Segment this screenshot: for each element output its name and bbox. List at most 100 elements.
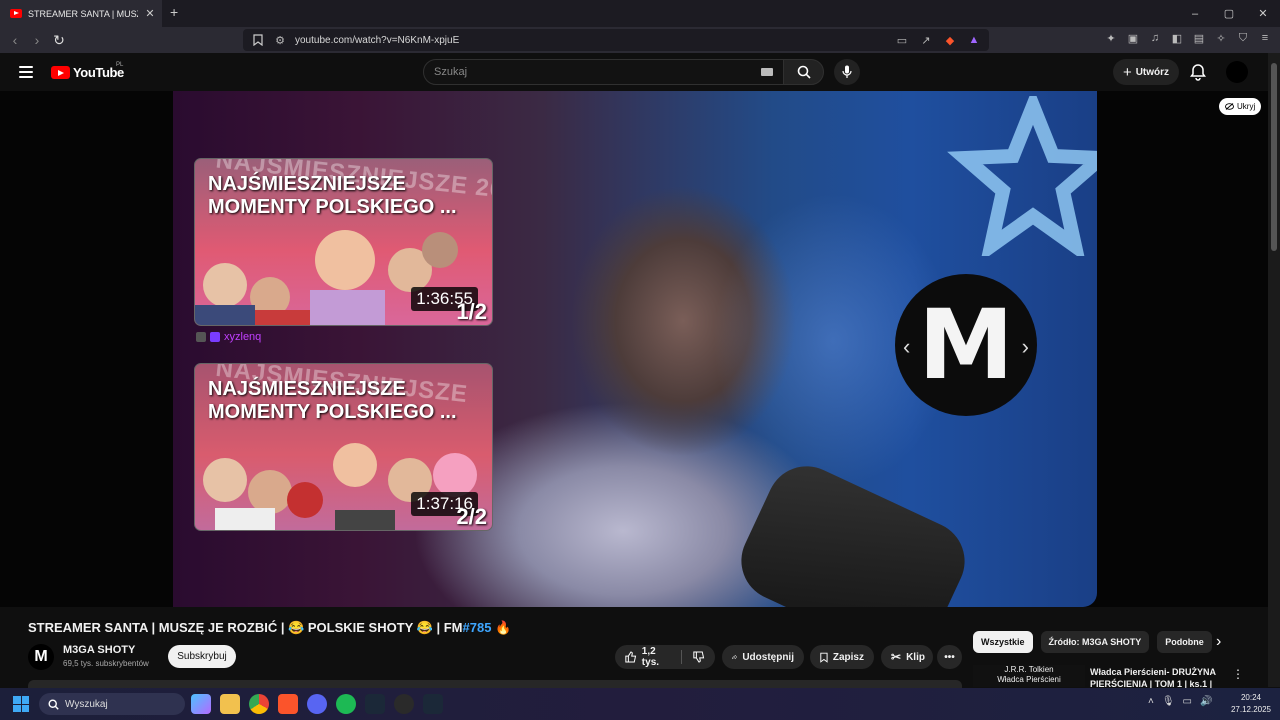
screenshot-icon[interactable]: ▣ bbox=[1126, 31, 1140, 45]
voice-search-button[interactable] bbox=[834, 59, 860, 85]
recommendation-thumbnail[interactable]: J.R.R. Tolkien Władca Pierścieni bbox=[973, 665, 1085, 687]
hide-end-cards-button[interactable]: Ukryj bbox=[1219, 98, 1262, 115]
scrollbar-thumb[interactable] bbox=[1271, 63, 1277, 251]
search-icon bbox=[797, 65, 811, 79]
subscribe-button[interactable]: Subskrybuj bbox=[168, 645, 236, 668]
forward-icon[interactable]: › bbox=[26, 29, 48, 51]
spotify-icon[interactable] bbox=[336, 694, 356, 714]
hamburger-menu-icon[interactable] bbox=[19, 66, 33, 78]
extensions-icon[interactable]: ✦ bbox=[1104, 31, 1118, 45]
music-icon[interactable]: ♫ bbox=[1148, 31, 1162, 45]
thumbs-up-icon[interactable] bbox=[625, 650, 637, 664]
kebab-menu-icon[interactable]: ⋮ bbox=[1232, 667, 1244, 681]
windows-start-icon[interactable] bbox=[13, 696, 29, 712]
discord-icon[interactable] bbox=[307, 694, 327, 714]
chip-all[interactable]: Wszystkie bbox=[973, 631, 1033, 653]
chevron-left-icon: ‹ bbox=[903, 334, 911, 359]
search-button[interactable] bbox=[783, 59, 824, 85]
chip-source[interactable]: Źródło: M3GA SHOTY bbox=[1040, 631, 1150, 653]
window-controls: – ▢ ✕ bbox=[1178, 0, 1280, 27]
file-explorer-icon[interactable] bbox=[220, 694, 240, 714]
minimize-button[interactable]: – bbox=[1178, 0, 1212, 27]
chrome-icon[interactable] bbox=[249, 694, 269, 714]
more-actions-button[interactable]: ••• bbox=[937, 645, 962, 669]
strip-badge-icon bbox=[210, 332, 220, 342]
sidebar-icon[interactable]: ◧ bbox=[1170, 31, 1184, 45]
recommendation-chips: Wszystkie Źródło: M3GA SHOTY Podobne bbox=[973, 631, 1212, 653]
save-button[interactable]: Zapisz bbox=[810, 645, 874, 669]
account-avatar[interactable] bbox=[1226, 61, 1248, 83]
brave-icon[interactable] bbox=[278, 694, 298, 714]
page-scrollbar[interactable] bbox=[1268, 53, 1280, 687]
thumbs-down-icon[interactable] bbox=[693, 650, 705, 664]
create-button[interactable]: + Utwórz bbox=[1113, 59, 1179, 85]
youtube-logo[interactable]: YouTube bbox=[51, 65, 124, 80]
search-input[interactable]: Szukaj bbox=[423, 59, 784, 85]
channel-subscribers: 69,5 tys. subskrybentów bbox=[63, 659, 149, 668]
leo-ai-icon[interactable]: ✧ bbox=[1214, 31, 1228, 45]
chevron-up-icon[interactable]: ˄ bbox=[1148, 696, 1154, 707]
extension-icons: ✦ ▣ ♫ ◧ ▤ ✧ ⛉ ≡ bbox=[1104, 31, 1272, 45]
address-bar[interactable]: ⚙ youtube.com/watch?v=N6KnM-xpjuE ▭ ↗ ◆ … bbox=[243, 29, 989, 51]
strip-text: xyzlenq bbox=[224, 331, 262, 343]
notifications-bell-icon[interactable] bbox=[1188, 62, 1208, 82]
browser-tab[interactable]: STREAMER SANTA | MUSZĘ JE R ✕ bbox=[0, 0, 162, 27]
tab-title: STREAMER SANTA | MUSZĘ JE R bbox=[28, 8, 138, 19]
clip-label: Klip bbox=[906, 651, 925, 663]
end-card-video-1[interactable]: NAJŚMIESZNIEJSZE 2025 NAJŚMIESZNIEJSZE M… bbox=[194, 158, 493, 326]
like-count[interactable]: 1,2 tys. bbox=[642, 646, 671, 668]
save-label: Zapisz bbox=[832, 651, 864, 663]
channel-name[interactable]: M3GA SHOTY bbox=[63, 644, 135, 656]
tab-close-icon[interactable]: ✕ bbox=[144, 7, 156, 20]
chip-similar[interactable]: Podobne bbox=[1157, 631, 1212, 653]
end-card-strip: xyzlenq bbox=[196, 331, 261, 343]
brave-shields-icon[interactable]: ◆ bbox=[943, 33, 957, 47]
card-title: NAJŚMIESZNIEJSZE MOMENTY POLSKIEGO ... bbox=[208, 173, 457, 218]
taskbar-clock[interactable]: 20:24 27.12.2025 bbox=[1228, 692, 1274, 716]
share-page-icon[interactable]: ↗ bbox=[919, 33, 933, 47]
youtube-favicon-icon bbox=[10, 9, 22, 18]
hashtag-link[interactable]: #785 bbox=[463, 620, 492, 635]
taskbar-search[interactable]: Wyszukaj bbox=[39, 693, 185, 715]
cast-icon[interactable]: ▭ bbox=[895, 33, 909, 47]
description-box[interactable] bbox=[28, 680, 962, 688]
m-logo-icon: M bbox=[918, 289, 1014, 401]
address-bar-actions: ▭ ↗ ◆ ▲ bbox=[895, 33, 981, 47]
youtube-play-icon bbox=[51, 66, 70, 79]
chevron-right-icon[interactable]: › bbox=[1216, 633, 1221, 651]
steam-icon[interactable] bbox=[365, 694, 385, 714]
maximize-button[interactable]: ▢ bbox=[1212, 0, 1246, 27]
thumb-line-1: J.R.R. Tolkien bbox=[1004, 665, 1054, 674]
channel-avatar[interactable]: M bbox=[28, 644, 54, 670]
strip-icon bbox=[196, 332, 206, 342]
menu-icon[interactable]: ≡ bbox=[1258, 31, 1272, 45]
vpn-icon[interactable]: ⛉ bbox=[1236, 31, 1250, 45]
microphone-tray-icon[interactable]: 🎙 bbox=[1162, 696, 1175, 707]
wallet-icon[interactable]: ▤ bbox=[1192, 31, 1206, 45]
taskbar-apps bbox=[191, 694, 443, 714]
create-label: Utwórz bbox=[1135, 66, 1170, 78]
clip-button[interactable]: ✂ Klip bbox=[881, 645, 933, 669]
steam-icon-2[interactable] bbox=[423, 694, 443, 714]
end-card-video-2[interactable]: NAJŚMIESZNIEJSZE NAJŚMIESZNIEJSZE MOMENT… bbox=[194, 363, 493, 531]
christmas-star-decoration bbox=[947, 96, 1097, 256]
recommendation-title[interactable]: Władca Pierścieni- DRUŻYNA PIERŚCIENIA |… bbox=[1090, 666, 1220, 688]
brave-rewards-icon[interactable]: ▲ bbox=[967, 33, 981, 47]
display-icon[interactable]: ▭ bbox=[1183, 696, 1192, 707]
copilot-icon[interactable] bbox=[191, 694, 211, 714]
url-text[interactable]: youtube.com/watch?v=N6KnM-xpjuE bbox=[295, 35, 459, 46]
video-title-text: STREAMER SANTA | MUSZĘ JE ROZBIĆ | 😂 POL… bbox=[28, 620, 463, 635]
like-divider bbox=[681, 650, 683, 664]
new-tab-button[interactable]: + bbox=[170, 4, 178, 20]
reload-icon[interactable]: ↻ bbox=[48, 29, 70, 51]
keyboard-icon[interactable] bbox=[761, 68, 773, 76]
close-window-button[interactable]: ✕ bbox=[1246, 0, 1280, 27]
channel-watermark-logo[interactable]: ‹ M › bbox=[895, 274, 1037, 416]
site-settings-icon[interactable]: ⚙ bbox=[273, 33, 287, 47]
obs-icon[interactable] bbox=[394, 694, 414, 714]
youtube-header: YouTube PL Szukaj + Utwórz bbox=[0, 53, 1268, 91]
back-icon[interactable]: ‹ bbox=[4, 29, 26, 51]
volume-icon[interactable]: 🔊 bbox=[1200, 696, 1212, 707]
bookmark-icon[interactable] bbox=[251, 33, 265, 47]
share-button[interactable]: Udostępnij bbox=[722, 645, 804, 669]
